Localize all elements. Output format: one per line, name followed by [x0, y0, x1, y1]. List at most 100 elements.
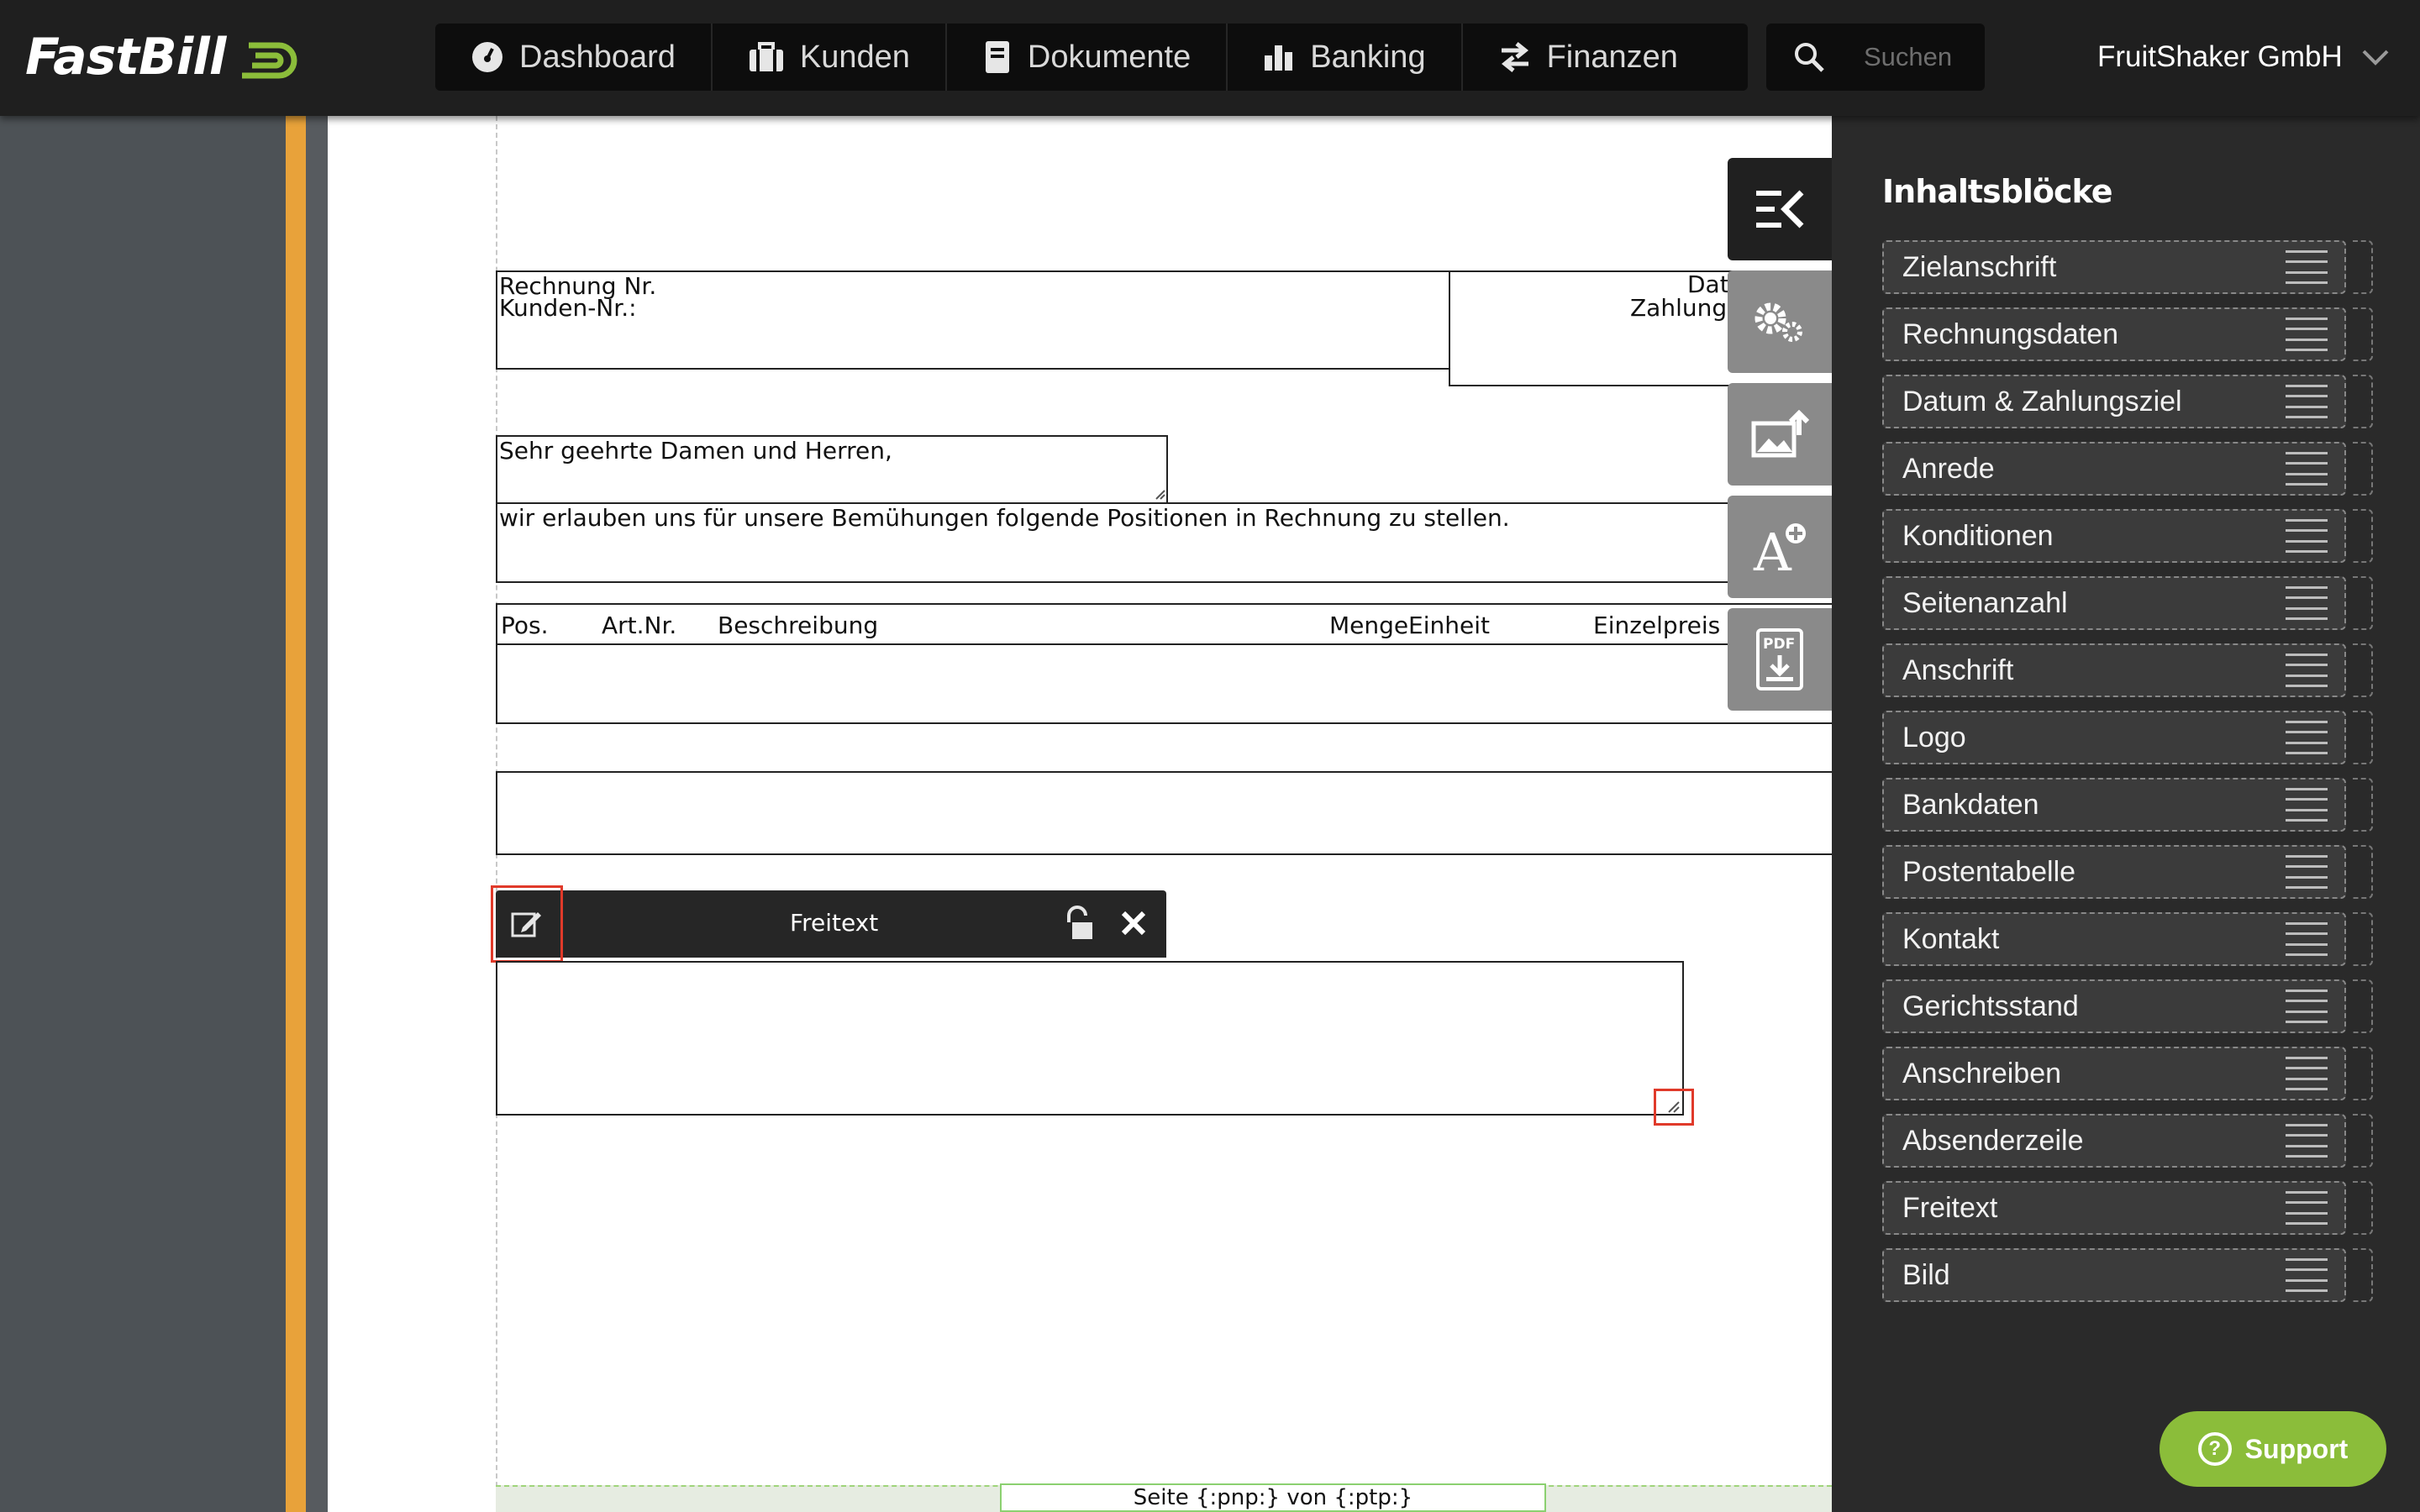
block-bankdaten[interactable]: Bankdaten	[1882, 778, 2346, 832]
close-icon[interactable]	[1119, 909, 1148, 937]
block-anschreiben[interactable]: Anschreiben	[1882, 1047, 2346, 1100]
block-freitext[interactable]: Freitext	[1882, 1181, 2346, 1235]
block-drop-ghost	[2353, 375, 2373, 428]
block-label: Anschrift	[1902, 654, 2014, 686]
col-pos: Pos.	[501, 612, 549, 639]
drag-handle-icon[interactable]	[2286, 788, 2328, 822]
drag-handle-icon[interactable]	[2286, 250, 2328, 284]
block-gerichtsstand[interactable]: Gerichtsstand	[1882, 979, 2346, 1033]
salutation-text: Sehr geehrte Damen und Herren,	[499, 437, 892, 465]
drag-handle-icon[interactable]	[2286, 1057, 2328, 1090]
block-label: Kontakt	[1902, 922, 2000, 955]
nav-banking[interactable]: Banking	[1228, 24, 1463, 91]
block-datum-zahlungsziel[interactable]: Datum & Zahlungsziel	[1882, 375, 2346, 428]
svg-text:PDF: PDF	[1763, 636, 1795, 653]
block-drop-ghost	[2353, 845, 2373, 899]
resize-handle-icon[interactable]	[1155, 489, 1166, 501]
drag-handle-icon[interactable]	[2286, 519, 2328, 553]
nav-dashboard[interactable]: Dashboard	[435, 24, 713, 91]
page-shadow-strip	[306, 116, 328, 1512]
drag-handle-icon[interactable]	[2286, 586, 2328, 620]
nav-label: Banking	[1310, 39, 1426, 75]
block-label: Seitenanzahl	[1902, 586, 2068, 619]
block-zielanschrift[interactable]: Zielanschrift	[1882, 240, 2346, 294]
drag-handle-icon[interactable]	[2286, 452, 2328, 486]
konditionen-block[interactable]	[496, 771, 1832, 855]
page-count-block[interactable]: Seite {:pnp:} von {:ptp:}	[1000, 1483, 1546, 1512]
collapse-panel-icon	[1756, 190, 1804, 228]
top-navigation-bar: FastBill Dashboard Kunden Dokumente Bank…	[0, 0, 2420, 116]
postentabelle-body[interactable]	[496, 643, 1832, 724]
block-absenderzeile[interactable]: Absenderzeile	[1882, 1114, 2346, 1168]
drag-handle-icon[interactable]	[2286, 855, 2328, 889]
resize-handle-icon[interactable]	[1667, 1100, 1681, 1114]
payment-term-label: Zahlungs	[1630, 294, 1739, 322]
pdf-download-icon: PDF	[1756, 628, 1803, 690]
nav-dokumente[interactable]: Dokumente	[947, 24, 1228, 91]
dashboard-gauge-icon	[472, 42, 502, 72]
bar-chart-icon	[1265, 45, 1293, 71]
drag-handle-icon[interactable]	[2286, 990, 2328, 1023]
block-logo[interactable]: Logo	[1882, 711, 2346, 764]
col-art-nr: Art.Nr.	[602, 612, 677, 639]
col-beschreibung: Beschreibung	[718, 612, 879, 639]
freitext-block[interactable]	[496, 961, 1684, 1116]
block-drop-ghost	[2353, 442, 2373, 496]
left-gutter	[0, 116, 286, 1512]
gears-icon	[1754, 302, 1802, 342]
company-menu[interactable]: FruitShaker GmbH	[2097, 34, 2390, 81]
fastbill-logo[interactable]: FastBill	[25, 24, 301, 91]
add-font-button[interactable]: A	[1728, 496, 1832, 598]
pdf-download-button[interactable]: PDF	[1728, 608, 1832, 711]
logo-mark-icon	[242, 42, 297, 79]
block-drop-ghost	[2353, 711, 2373, 764]
drag-handle-icon[interactable]	[2286, 1258, 2328, 1292]
support-button[interactable]: ? Support	[2160, 1411, 2386, 1487]
block-drop-ghost	[2353, 778, 2373, 832]
block-label: Anschreiben	[1902, 1057, 2062, 1089]
freitext-toolbar-title: Freitext	[790, 909, 879, 937]
support-label: Support	[2244, 1433, 2349, 1464]
drag-handle-icon[interactable]	[2286, 654, 2328, 687]
block-drop-ghost	[2353, 576, 2373, 630]
block-label: Rechnungsdaten	[1902, 318, 2119, 350]
settings-button[interactable]	[1728, 270, 1832, 373]
drag-handle-icon[interactable]	[2286, 318, 2328, 351]
edit-icon[interactable]	[509, 907, 543, 941]
drag-handle-icon[interactable]	[2286, 1124, 2328, 1158]
customer-number-label: Kunden-Nr.:	[499, 294, 637, 322]
logo-text: FastBill	[25, 28, 226, 87]
block-anschrift[interactable]: Anschrift	[1882, 643, 2346, 697]
image-upload-button[interactable]	[1728, 383, 1832, 486]
block-bild[interactable]: Bild	[1882, 1248, 2346, 1302]
block-label: Freitext	[1902, 1191, 1998, 1224]
unlock-icon[interactable]	[1062, 906, 1096, 942]
block-drop-ghost	[2353, 1181, 2373, 1235]
block-drop-ghost	[2353, 1114, 2373, 1168]
block-anrede[interactable]: Anrede	[1882, 442, 2346, 496]
collapse-panel-button[interactable]	[1728, 158, 1832, 260]
drag-handle-icon[interactable]	[2286, 385, 2328, 418]
block-seitenanzahl[interactable]: Seitenanzahl	[1882, 576, 2346, 630]
nav-finanzen[interactable]: Finanzen	[1463, 24, 1713, 91]
block-label: Zielanschrift	[1902, 250, 2057, 283]
drag-handle-icon[interactable]	[2286, 922, 2328, 956]
block-label: Absenderzeile	[1902, 1124, 2084, 1157]
drag-handle-icon[interactable]	[2286, 1191, 2328, 1225]
search-box[interactable]: Suchen	[1766, 24, 1985, 91]
nav-label: Dokumente	[1027, 39, 1192, 75]
search-icon[interactable]	[1793, 41, 1825, 73]
block-rechnungsdaten[interactable]: Rechnungsdaten	[1882, 307, 2346, 361]
intro-text: wir erlauben uns für unsere Bemühungen f…	[499, 504, 1510, 532]
drag-handle-icon[interactable]	[2286, 721, 2328, 754]
chevron-down-icon[interactable]	[2361, 48, 2390, 66]
search-input[interactable]: Suchen	[1864, 42, 1952, 72]
block-label: Logo	[1902, 721, 1966, 753]
transfer-arrows-icon	[1501, 42, 1528, 72]
block-postentabelle[interactable]: Postentabelle	[1882, 845, 2346, 899]
block-konditionen[interactable]: Konditionen	[1882, 509, 2346, 563]
nav-kunden[interactable]: Kunden	[713, 24, 947, 91]
block-kontakt[interactable]: Kontakt	[1882, 912, 2346, 966]
block-label: Gerichtsstand	[1902, 990, 2079, 1022]
block-label: Postentabelle	[1902, 855, 2076, 888]
